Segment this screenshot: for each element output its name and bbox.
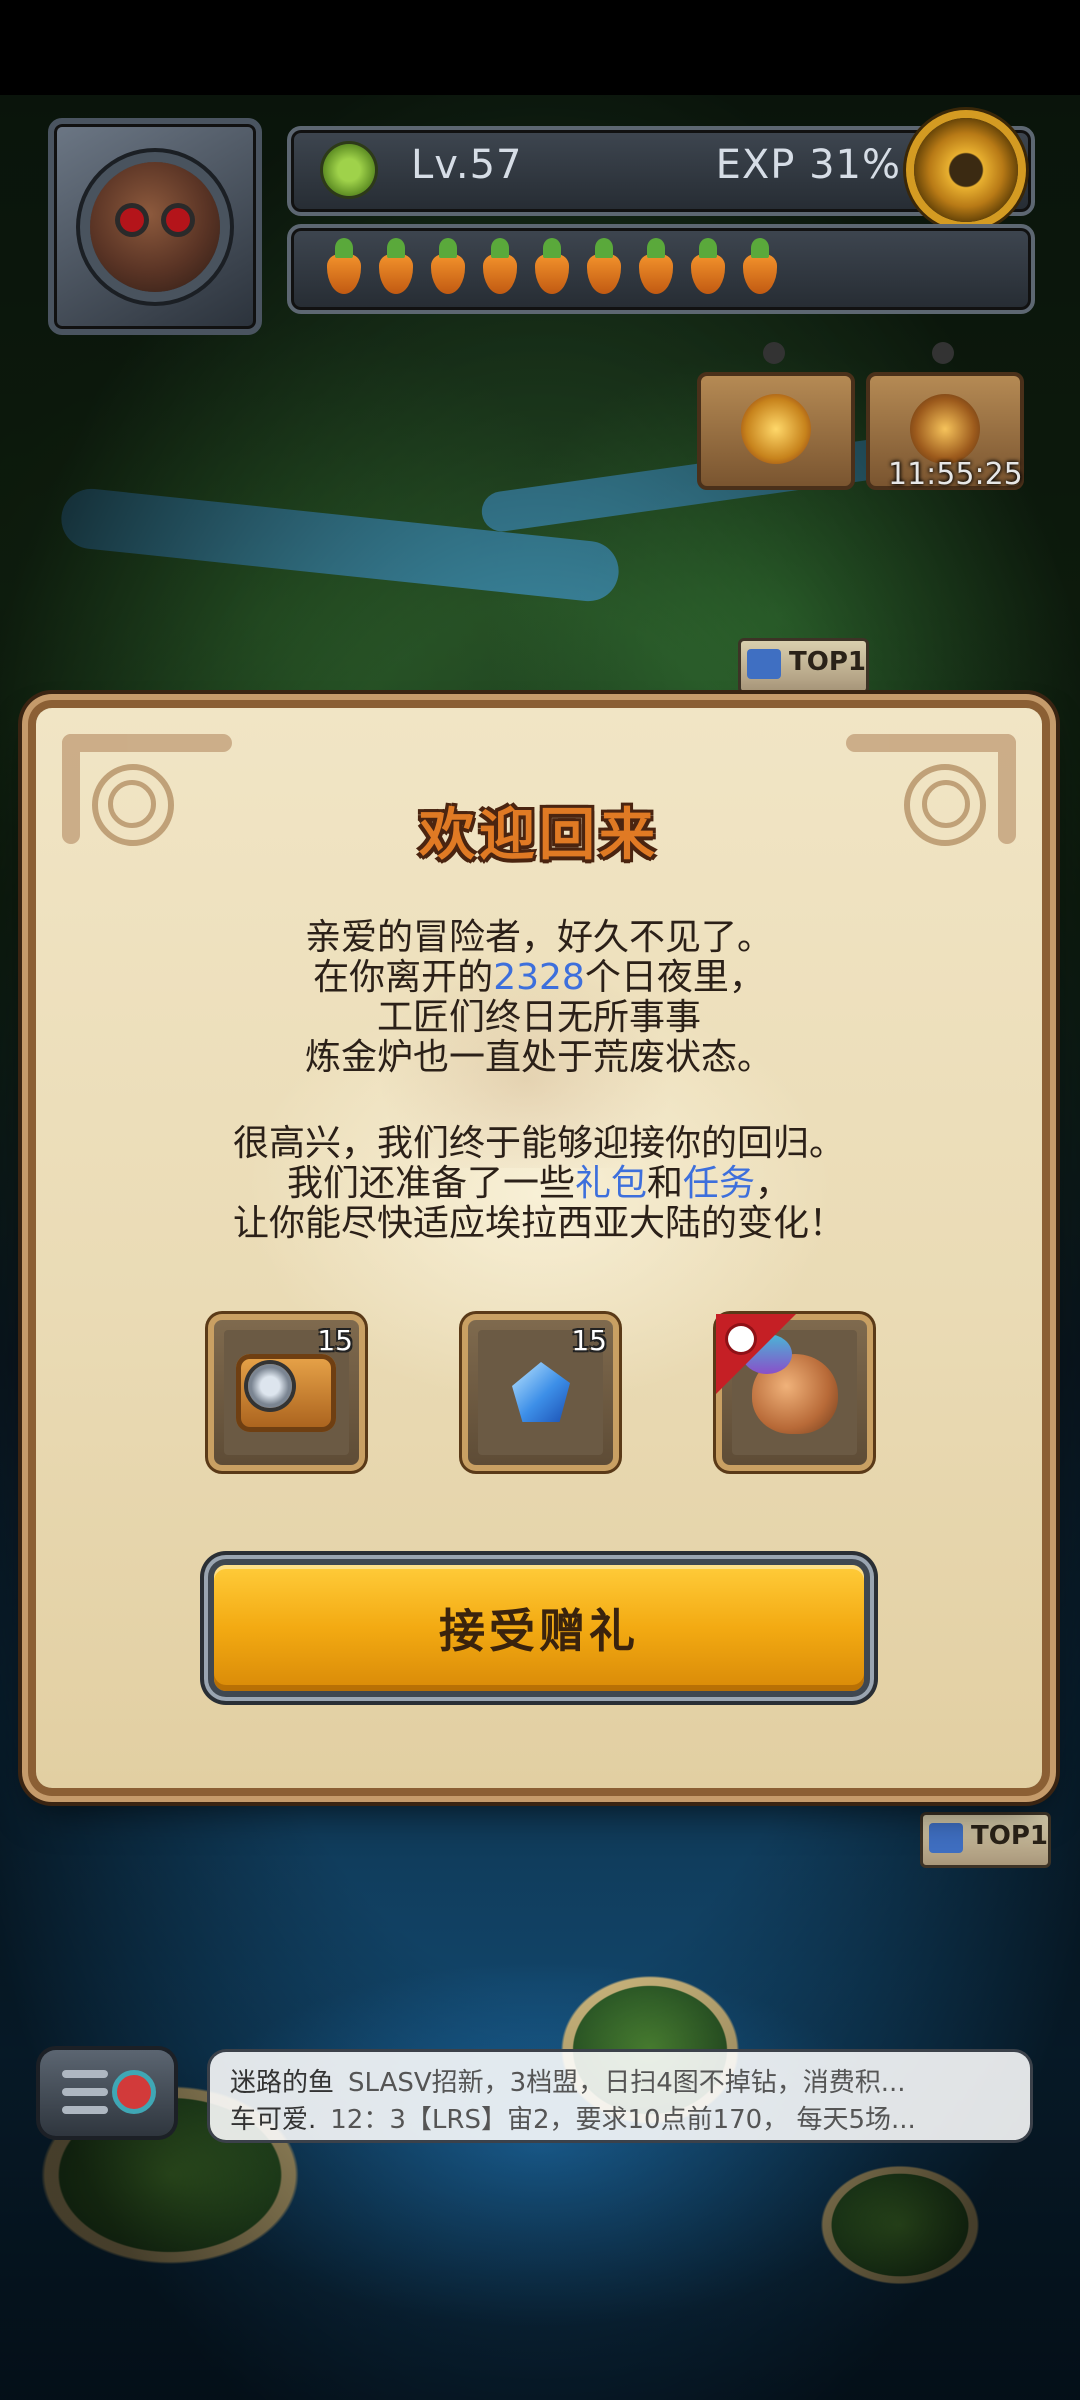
carrot-icon — [373, 238, 418, 296]
top-rank-text: TOP1 — [789, 647, 866, 677]
chat-sender: 车可爱. — [230, 2105, 317, 2135]
player-avatar[interactable] — [48, 118, 262, 335]
crest-icon — [741, 394, 811, 464]
days-away-count: 2328 — [493, 957, 585, 998]
leaf-icon — [323, 144, 375, 196]
event-sign-crest[interactable] — [697, 342, 855, 490]
flag-icon — [929, 1823, 963, 1853]
carrot-icon — [581, 238, 626, 296]
clock-icon — [728, 1326, 754, 1352]
event-timer: 11:55:25 — [888, 457, 1023, 492]
accept-gift-button[interactable]: 接受赠礼 — [214, 1565, 864, 1691]
dialog-message-1: 亲爱的冒险者，好久不见了。 在你离开的2328个日夜里， 工匠们终日无所事事 炼… — [304, 917, 773, 1078]
carrot-icon — [321, 238, 366, 296]
task-link: 任务 — [683, 1163, 756, 1204]
accept-gift-label: 接受赠礼 — [439, 1604, 639, 1658]
carrot-icon — [685, 238, 730, 296]
gift-pack-link: 礼包 — [574, 1163, 647, 1204]
chat-sender: 迷路的鱼 — [230, 2068, 335, 2098]
reward-slot-camera[interactable]: 15 — [214, 1320, 359, 1465]
flag-icon — [747, 649, 781, 679]
welcome-back-dialog: 欢迎回来 亲爱的冒险者，好久不见了。 在你离开的2328个日夜里， 工匠们终日无… — [36, 708, 1042, 1788]
chat-message: 迷路的鱼 SLASV招新，3档盟，日扫4图不掉钻，消费积... — [230, 2068, 906, 2098]
reward-count: 15 — [317, 1324, 353, 1357]
chat-message: 车可爱. 12：3【LRS】宙2，要求10点前170， 每天5场... — [230, 2105, 916, 2135]
dialog-title: 欢迎回来 — [419, 802, 659, 868]
top-rank-text: TOP1 — [971, 1821, 1048, 1851]
gas-mask-avatar-icon — [90, 161, 220, 292]
treasure-chest-icon — [910, 394, 980, 464]
top-rank-badge[interactable]: TOP1 — [738, 638, 869, 694]
settings-gear-icon[interactable] — [914, 118, 1018, 222]
exp-text: EXP 31% — [715, 142, 901, 188]
chat-preview[interactable]: 迷路的鱼 SLASV招新，3档盟，日扫4图不掉钻，消费积... 车可爱. 12：3【… — [210, 2052, 1030, 2140]
carrot-list — [321, 238, 782, 296]
radar-icon — [112, 2070, 156, 2114]
dialog-message-2: 很高兴，我们终于能够迎接你的回归。 我们还准备了一些礼包和任务， 让你能尽快适应… — [232, 1123, 845, 1244]
carrot-icon — [737, 238, 782, 296]
reward-slot-crystal[interactable]: 15 — [468, 1320, 613, 1465]
carrot-icon — [633, 238, 678, 296]
level-text: Lv.57 — [411, 142, 523, 188]
chat-menu-button[interactable] — [40, 2050, 174, 2136]
reward-slot-creature[interactable] — [716, 1314, 867, 1465]
carrot-icon — [529, 238, 574, 296]
carrot-icon — [477, 238, 522, 296]
stamina-bar[interactable] — [287, 224, 1035, 314]
carrot-icon — [425, 238, 470, 296]
creature-icon — [742, 1334, 838, 1434]
top-rank-badge-2[interactable]: TOP1 — [920, 1812, 1051, 1868]
camera-icon — [236, 1354, 336, 1432]
reward-count: 15 — [571, 1324, 607, 1357]
